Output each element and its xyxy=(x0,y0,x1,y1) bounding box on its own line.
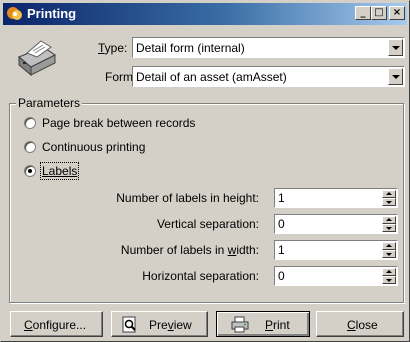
app-logo-icon xyxy=(7,7,22,20)
close-button[interactable]: Close xyxy=(316,311,404,337)
close-window-button[interactable]: × xyxy=(389,6,405,20)
type-value: Detail form (internal) xyxy=(136,41,245,55)
spin-down-button[interactable] xyxy=(382,198,396,206)
radio-button[interactable] xyxy=(24,141,36,153)
radio-label: Page break between records xyxy=(42,116,196,130)
parameters-title: Parameters xyxy=(16,96,83,110)
radio-label: Continuous printing xyxy=(42,140,146,154)
arrow-up-icon xyxy=(386,192,392,195)
preview-button[interactable]: Preview xyxy=(111,311,208,337)
horizontal-separation-label: Horizontal separation: xyxy=(142,269,259,283)
labels-width-label: Number of labels in width: xyxy=(120,243,259,257)
labels-height-label: Number of labels in height: xyxy=(116,191,259,205)
labels-height-spinbox[interactable]: 1 xyxy=(274,188,398,208)
spin-down-button[interactable] xyxy=(382,250,396,258)
spin-down-button[interactable] xyxy=(382,224,396,232)
preview-label: Preview xyxy=(149,318,192,332)
arrow-down-icon xyxy=(386,253,392,256)
chevron-down-icon xyxy=(392,75,400,79)
preview-icon xyxy=(122,316,136,333)
chevron-down-icon xyxy=(392,46,400,50)
spin-up-button[interactable] xyxy=(382,216,396,224)
maximize-button[interactable]: □ xyxy=(371,6,387,20)
radio-button[interactable] xyxy=(24,117,36,129)
form-dropdown-button[interactable] xyxy=(388,68,403,85)
type-select[interactable]: Detail form (internal) xyxy=(132,37,405,58)
arrow-down-icon xyxy=(386,227,392,230)
close-label: Close xyxy=(347,318,378,332)
labels-height-value: 1 xyxy=(278,191,285,205)
print-icon xyxy=(231,316,249,333)
print-button[interactable]: Print xyxy=(216,311,310,337)
form-select[interactable]: Detail of an asset (amAsset) xyxy=(132,66,405,87)
vertical-separation-value: 0 xyxy=(278,217,285,231)
title-bar[interactable]: Printing _ □ × xyxy=(3,3,407,25)
configure-label: Configure... xyxy=(24,318,87,332)
arrow-up-icon xyxy=(386,218,392,221)
parameters-group: Parameters Page break between records Co… xyxy=(9,96,404,303)
horizontal-separation-spinbox[interactable]: 0 xyxy=(274,266,398,286)
spin-down-button[interactable] xyxy=(382,276,396,284)
spin-up-button[interactable] xyxy=(382,268,396,276)
form-value: Detail of an asset (amAsset) xyxy=(136,70,287,84)
arrow-down-icon xyxy=(386,279,392,282)
printer-icon xyxy=(18,40,56,77)
print-label: Print xyxy=(265,318,290,332)
horizontal-separation-value: 0 xyxy=(278,269,285,283)
minimize-button[interactable]: _ xyxy=(355,6,371,20)
type-dropdown-button[interactable] xyxy=(388,39,403,56)
spin-up-button[interactable] xyxy=(382,190,396,198)
selected-dot-icon xyxy=(28,169,32,173)
arrow-up-icon xyxy=(386,244,392,247)
window-title: Printing xyxy=(27,6,77,21)
configure-button[interactable]: Configure... xyxy=(10,311,103,337)
spin-up-button[interactable] xyxy=(382,242,396,250)
printing-dialog: Printing _ □ × Type: Detail form (intern… xyxy=(0,0,410,342)
arrow-down-icon xyxy=(386,201,392,204)
labels-width-value: 1 xyxy=(278,243,285,257)
vertical-separation-label: Vertical separation: xyxy=(156,217,259,231)
radio-button-selected[interactable] xyxy=(24,165,36,177)
arrow-up-icon xyxy=(386,270,392,273)
labels-width-spinbox[interactable]: 1 xyxy=(274,240,398,260)
radio-label: Labels xyxy=(39,162,80,180)
vertical-separation-spinbox[interactable]: 0 xyxy=(274,214,398,234)
type-label: Type: xyxy=(98,41,128,55)
